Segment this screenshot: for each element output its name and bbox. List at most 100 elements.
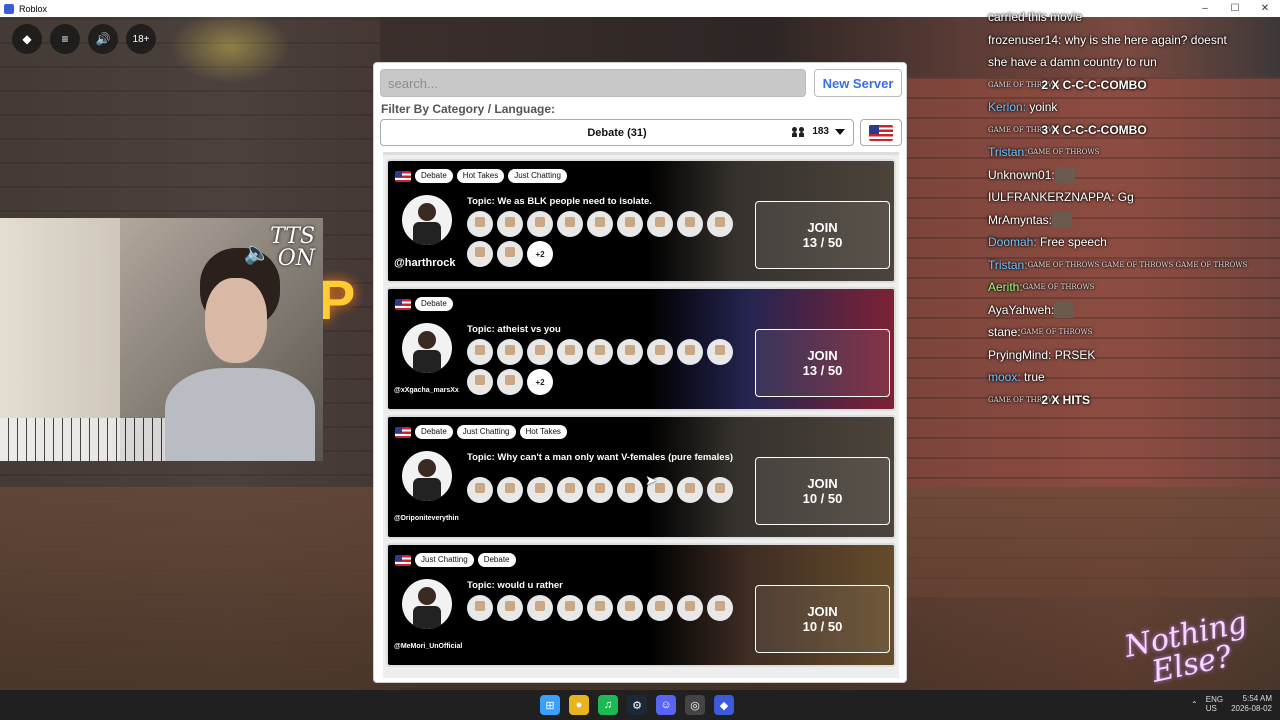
player-avatar [647, 339, 673, 365]
tag-just-chatting[interactable]: Just Chatting [456, 425, 516, 439]
join-capacity: 13 / 50 [802, 363, 843, 378]
player-avatar [497, 477, 523, 503]
chat-message: Unknown01: [988, 164, 1280, 187]
tag-hot-takes[interactable]: Hot Takes [519, 425, 567, 439]
language-button[interactable] [860, 119, 902, 146]
chat-text: yoink [1026, 100, 1058, 114]
chat-username[interactable]: Tristan: [988, 145, 1028, 159]
chat-username[interactable]: Doomah: [988, 235, 1037, 249]
chat-username[interactable]: AyaYahweh: [988, 303, 1054, 317]
chat-message: Tristan:GAME OF THROWS GAME OF THROWS GA… [988, 254, 1280, 277]
player-avatar [707, 595, 733, 621]
player-avatars [467, 595, 742, 621]
chat-username[interactable]: moox: [988, 370, 1021, 384]
discord-icon[interactable]: ☺ [656, 695, 676, 715]
webcam-person-face [205, 278, 267, 363]
join-button[interactable]: JOIN 10 / 50 [755, 457, 890, 525]
chat-message: stane:GAME OF THROWS [988, 321, 1280, 344]
tag-debate[interactable]: Debate [415, 297, 453, 311]
tag-debate[interactable]: Debate [415, 169, 453, 183]
server-card: Debate @xXgacha_marsXx Topic: atheist vs y… [386, 287, 896, 411]
roblox-taskbar-icon[interactable]: ◆ [714, 695, 734, 715]
search-input[interactable] [380, 69, 806, 97]
system-tray: ⌃ ENG US 5:54 AM 2026-08-02 [1191, 694, 1272, 714]
us-flag-icon [395, 170, 411, 182]
player-avatar [557, 339, 583, 365]
player-avatar [677, 595, 703, 621]
player-avatar [707, 339, 733, 365]
player-avatar [617, 595, 643, 621]
host-avatar [402, 579, 452, 629]
server-topic: Topic: atheist vs you [467, 324, 561, 335]
webcam-person-body [165, 368, 315, 461]
chat-username[interactable]: Kerlon: [988, 100, 1026, 114]
windows-start-icon[interactable]: ⊞ [540, 695, 560, 715]
menu-icon[interactable]: ≡ [50, 24, 80, 54]
chat-username[interactable]: Tristan: [988, 258, 1028, 272]
join-label: JOIN [807, 220, 838, 235]
chat-message: Tristan:GAME OF THROWS [988, 141, 1280, 164]
spotify-icon[interactable]: ♫ [598, 695, 618, 715]
chat-username[interactable]: Unknown01: [988, 168, 1055, 182]
tray-lang[interactable]: ENG US [1206, 695, 1223, 713]
tag-debate[interactable]: Debate [477, 553, 516, 567]
join-button[interactable]: JOIN 10 / 50 [755, 585, 890, 653]
server-tags: Just Chatting Debate [395, 553, 516, 567]
taskbar-apps: ⊞ ● ♫ ⚙ ☺ ◎ ◆ [540, 695, 734, 715]
chat-message: she have a damn country to run [988, 51, 1280, 74]
join-capacity: 10 / 50 [802, 619, 843, 634]
age-badge[interactable]: 18+ [126, 24, 156, 54]
server-browser-panel: New Server Filter By Category / Language… [373, 62, 907, 683]
chat-username[interactable]: PryingMind: [988, 348, 1051, 362]
chat-text: true [1020, 370, 1045, 384]
us-flag-icon [395, 554, 411, 566]
people-icon [792, 126, 806, 137]
join-label: JOIN [807, 604, 838, 619]
webcam-piano [0, 418, 180, 461]
player-avatar [467, 211, 493, 237]
player-count: 183 [792, 126, 845, 137]
chat-image-emote [1054, 302, 1075, 319]
player-avatar [647, 595, 673, 621]
chat-username[interactable]: Aerith: [988, 280, 1023, 294]
tray-clock[interactable]: 5:54 AM 2026-08-02 [1231, 694, 1272, 714]
obs-icon[interactable]: ◎ [685, 695, 705, 715]
roblox-logo-icon[interactable]: ◆ [12, 24, 42, 54]
tag-just-chatting[interactable]: Just Chatting [415, 553, 474, 567]
player-avatar [557, 211, 583, 237]
player-avatar [617, 477, 643, 503]
tts-overlay: TTS ON [270, 226, 315, 270]
tag-debate[interactable]: Debate [415, 425, 453, 439]
player-avatar [467, 241, 493, 267]
server-card: Just Chatting Debate @MeMori_UnOfficial Top… [386, 543, 896, 667]
chat-username[interactable]: frozenuser14: [988, 33, 1061, 47]
steam-icon[interactable]: ⚙ [627, 695, 647, 715]
tag-just-chatting[interactable]: Just Chatting [508, 169, 567, 183]
us-flag-icon [395, 426, 411, 438]
volume-icon[interactable]: 🔊 [88, 24, 118, 54]
join-button[interactable]: JOIN 13 / 50 [755, 201, 890, 269]
tag-hot-takes[interactable]: Hot Takes [456, 169, 505, 183]
player-avatar [467, 595, 493, 621]
player-avatar [677, 477, 703, 503]
player-avatar [497, 211, 523, 237]
tray-up-icon[interactable]: ⌃ [1191, 700, 1198, 709]
category-dropdown[interactable]: Debate (31) 183 [380, 119, 854, 146]
speaker-icon: 🔈 [243, 240, 271, 265]
chat-username[interactable]: stane: [988, 325, 1021, 339]
game-of-throws-emote: GAME OF THROWS [988, 80, 1060, 89]
player-avatar [587, 211, 613, 237]
host-avatar [402, 195, 452, 245]
player-avatar [587, 595, 613, 621]
more-players-badge: +2 [527, 369, 553, 395]
server-topic: Topic: would u rather [467, 580, 563, 591]
player-avatar [617, 211, 643, 237]
chat-username[interactable]: IULFRANKERZNAPPA: [988, 190, 1114, 204]
chrome-icon[interactable]: ● [569, 695, 589, 715]
player-avatar [467, 477, 493, 503]
join-button[interactable]: JOIN 13 / 50 [755, 329, 890, 397]
chat-username[interactable]: MrAmyntas: [988, 213, 1052, 227]
chat-message: Aerith:GAME OF THROWS [988, 276, 1280, 299]
mouse-cursor-icon: ➤ [645, 472, 657, 488]
new-server-button[interactable]: New Server [814, 69, 902, 97]
